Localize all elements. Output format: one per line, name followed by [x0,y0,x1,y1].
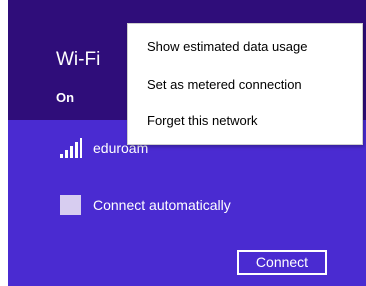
network-context-menu: Show estimated data usage Set as metered… [127,23,363,145]
connect-automatically-checkbox[interactable] [60,195,81,215]
wifi-signal-icon [60,138,82,158]
wifi-title: Wi-Fi [56,49,101,70]
menu-item-forget-network[interactable]: Forget this network [147,113,258,128]
connect-automatically-label: Connect automatically [93,197,231,213]
connect-button[interactable]: Connect [237,250,327,275]
connect-automatically-row[interactable]: Connect automatically [60,195,320,217]
menu-item-show-data-usage[interactable]: Show estimated data usage [147,39,307,54]
menu-item-set-metered[interactable]: Set as metered connection [147,77,302,92]
wifi-state: On [56,90,75,105]
